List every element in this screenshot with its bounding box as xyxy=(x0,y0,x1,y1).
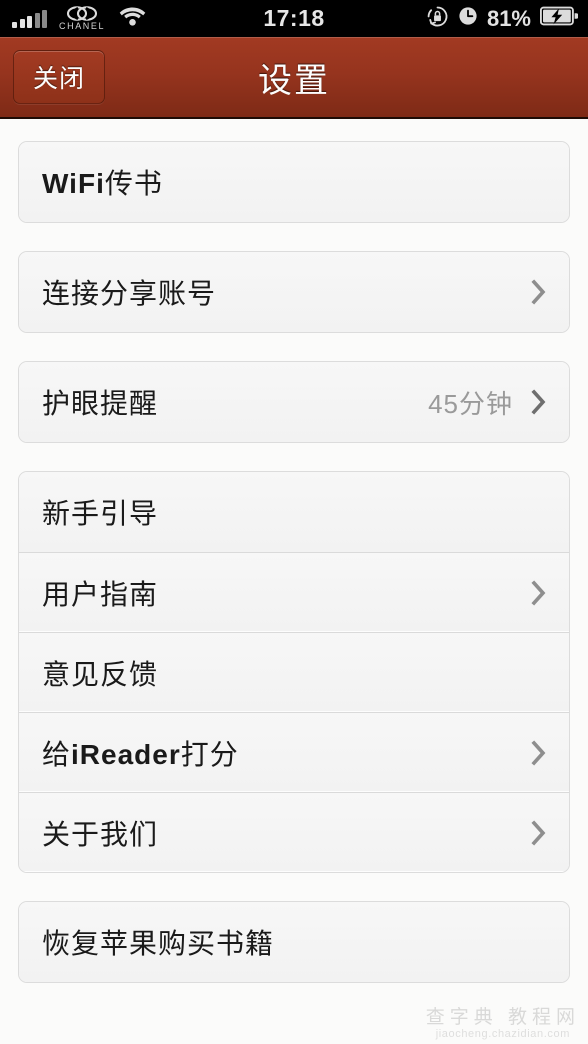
setting-row-wifi-transfer[interactable]: WiFi传书 xyxy=(19,142,569,222)
setting-label-about-us: 关于我们 xyxy=(42,818,159,850)
setting-label-wifi-transfer: WiFi传书 xyxy=(42,168,163,199)
setting-label-connect-share-account: 连接分享账号 xyxy=(42,278,217,309)
setting-value-eye-care-reminder: 45分钟 xyxy=(428,388,513,419)
battery-percentage: 81% xyxy=(486,5,531,31)
chevron-placeholder xyxy=(531,169,547,195)
status-bar-right: 81% xyxy=(426,0,579,37)
setting-label-restore-apple-purchases: 恢复苹果购买书籍 xyxy=(42,928,275,959)
settings-group-account: 连接分享账号 xyxy=(18,251,570,333)
status-bar: CHANEL 17:18 81% xyxy=(0,0,588,37)
setting-row-about-us[interactable]: 关于我们 xyxy=(19,792,569,872)
chevron-placeholder xyxy=(531,660,547,686)
chevron-right-icon xyxy=(531,579,547,606)
settings-list: WiFi传书 连接分享账号 护眼提醒 45分钟 新手引导 用户指南 意见反馈 给… xyxy=(0,119,588,1044)
setting-label-beginner-guide: 新手引导 xyxy=(42,498,159,529)
navigation-bar: 关闭 设置 xyxy=(0,37,588,119)
setting-label-rate-ireader: 给iReader打分 xyxy=(42,738,239,770)
setting-row-connect-share-account[interactable]: 连接分享账号 xyxy=(19,252,569,332)
alarm-clock-icon xyxy=(458,6,478,31)
chevron-right-icon xyxy=(531,819,547,846)
setting-row-restore-apple-purchases[interactable]: 恢复苹果购买书籍 xyxy=(19,902,569,982)
setting-label-eye-care-reminder: 护眼提醒 xyxy=(42,388,159,419)
battery-charging-icon xyxy=(539,6,579,31)
chevron-right-icon xyxy=(531,739,547,766)
settings-group-eye-care: 护眼提醒 45分钟 xyxy=(18,361,570,443)
page-title: 设置 xyxy=(258,61,330,100)
chevron-placeholder xyxy=(531,929,547,955)
setting-label-feedback: 意见反馈 xyxy=(42,658,159,690)
status-bar-clock: 17:18 xyxy=(263,5,325,31)
chevron-right-icon xyxy=(531,279,547,305)
setting-row-feedback[interactable]: 意见反馈 xyxy=(19,632,569,712)
settings-group-help: 新手引导 用户指南 意见反馈 给iReader打分 关于我们 xyxy=(18,471,570,873)
chevron-right-icon xyxy=(531,389,547,415)
settings-group-transfer: WiFi传书 xyxy=(18,141,570,223)
setting-row-eye-care-reminder[interactable]: 护眼提醒 45分钟 xyxy=(19,362,569,442)
settings-group-restore: 恢复苹果购买书籍 xyxy=(18,901,570,983)
setting-row-user-guide[interactable]: 用户指南 xyxy=(19,552,569,632)
setting-label-user-guide: 用户指南 xyxy=(42,578,159,610)
setting-row-rate-ireader[interactable]: 给iReader打分 xyxy=(19,712,569,792)
setting-row-beginner-guide[interactable]: 新手引导 xyxy=(19,472,569,552)
phone-screen: CHANEL 17:18 81% 关闭 设置 WiFi传书 连接分享账号 护眼提… xyxy=(0,0,588,1044)
chevron-placeholder xyxy=(531,499,547,525)
rotation-lock-icon xyxy=(426,5,449,33)
